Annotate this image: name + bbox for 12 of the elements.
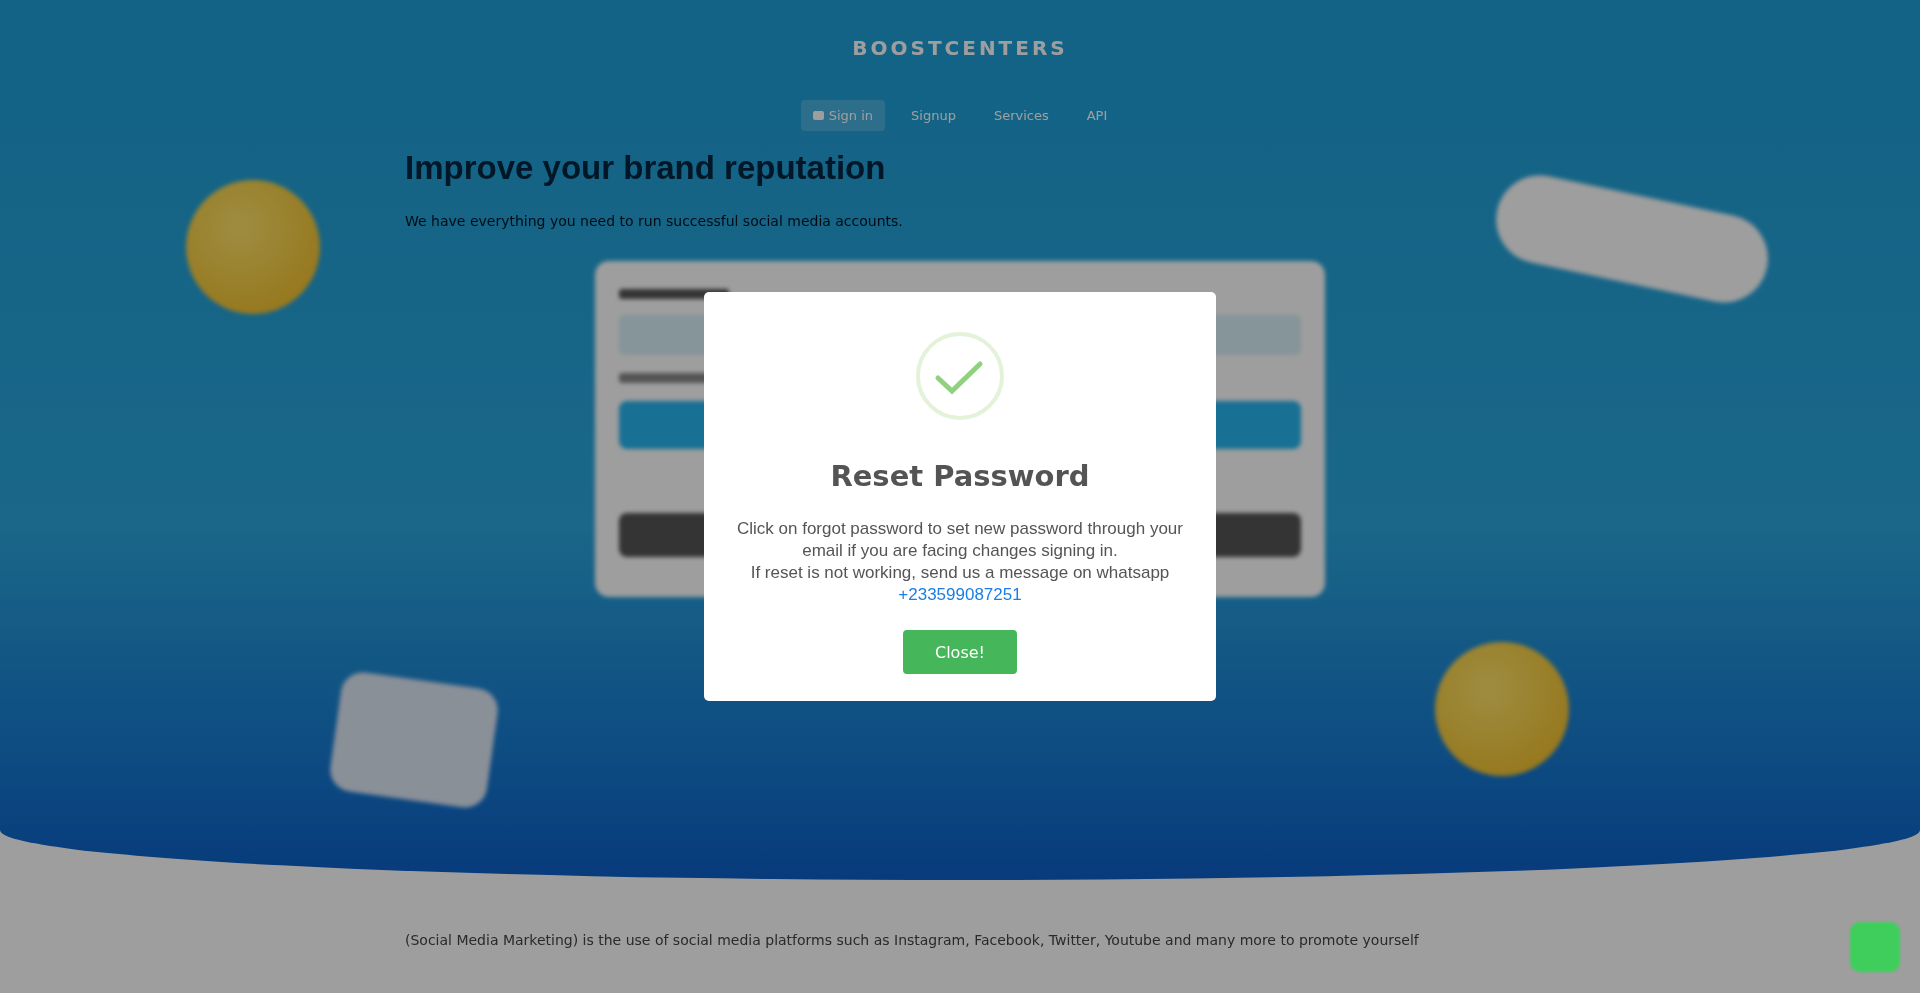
hero-heading: Improve your brand reputation <box>405 149 887 187</box>
modal-title: Reset Password <box>830 458 1090 494</box>
nav-link[interactable]: API <box>1074 100 1120 131</box>
success-check-icon <box>916 332 1004 420</box>
nav-link[interactable]: Services <box>981 100 1061 131</box>
intro-paragraph: (Social Media Marketing) is the use of social media platforms such as Instagram, Facebook, Twitter, Youtube and many more to promote yourself <box>405 932 1420 948</box>
brand-logo[interactable]: BOOSTCENTERS <box>852 36 1068 60</box>
hero-subtitle: We have everything you need to run successful social media accounts. <box>405 213 903 229</box>
modal-message: Click on forgot password to set new password through your email if you are facing changes signing in. If reset is not working, send us a message on whatsapp +233599087251 <box>736 518 1184 606</box>
whatsapp-link[interactable]: +233599087251 <box>898 585 1022 604</box>
close-button[interactable]: Close! <box>903 630 1017 674</box>
nav-link[interactable]: Signup <box>899 100 968 131</box>
